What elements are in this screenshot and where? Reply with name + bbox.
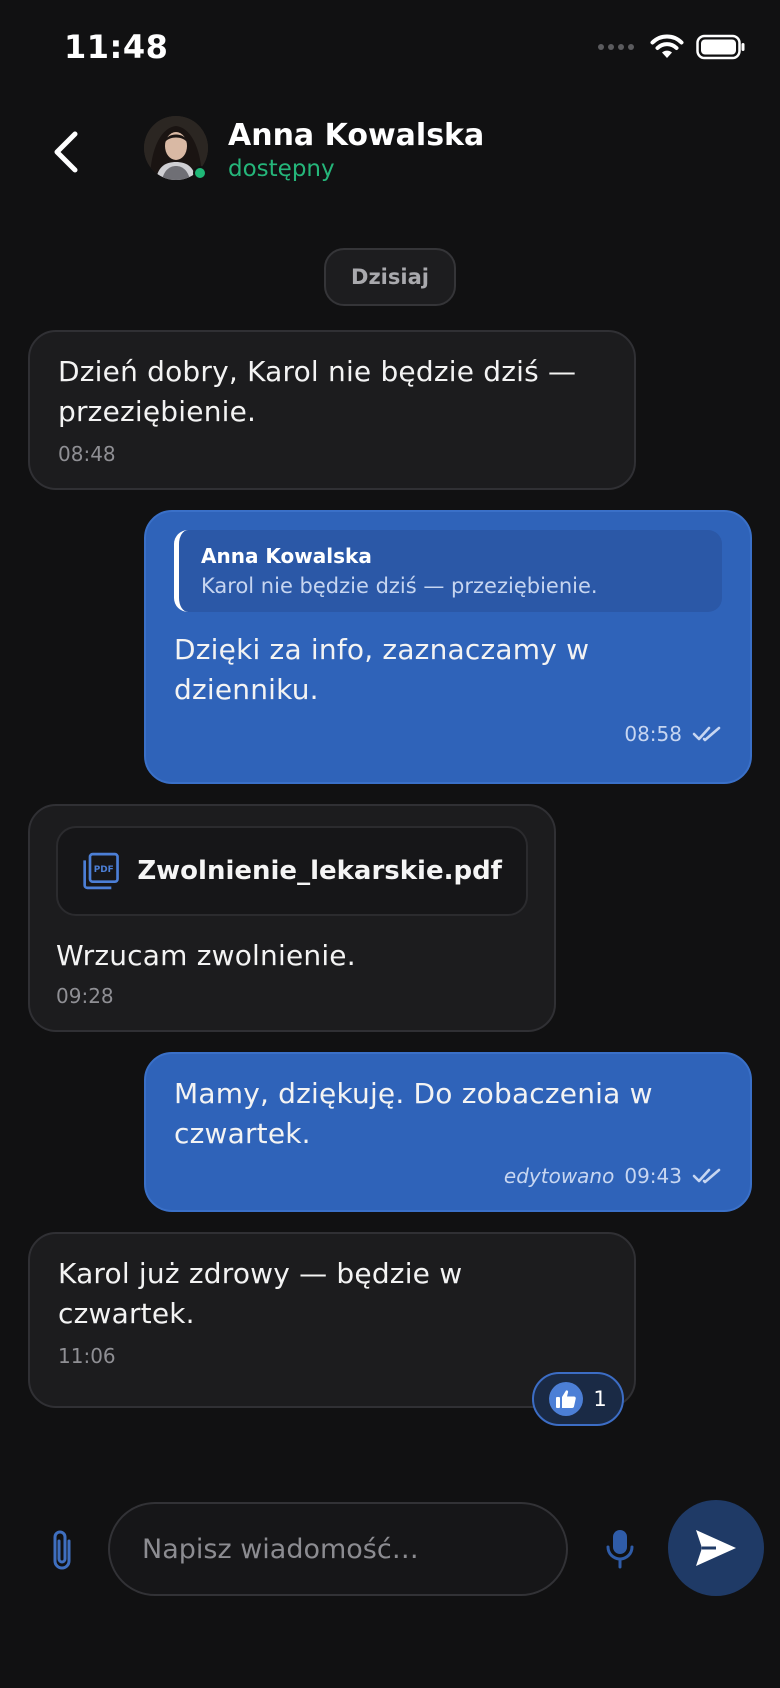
message-time: 08:58	[624, 722, 682, 746]
message-meta: edytowano 09:43	[174, 1164, 722, 1188]
microphone-icon	[606, 1530, 634, 1569]
double-check-icon	[692, 726, 721, 742]
online-indicator	[193, 166, 207, 180]
contact-status: dostępny	[228, 156, 335, 182]
reaction-count: 1	[593, 1387, 607, 1411]
status-bar: 11:48	[0, 0, 780, 100]
message-text: Dzięki za info, zaznaczamy w dzienniku.	[174, 633, 590, 706]
contact-name: Anna Kowalska	[228, 118, 485, 153]
message-text: Karol już zdrowy — będzie w czwartek.	[58, 1257, 463, 1330]
message-input-container[interactable]	[108, 1502, 568, 1596]
thumbs-up-icon	[549, 1382, 584, 1416]
quoted-message[interactable]: Anna Kowalska Karol nie będzie dziś — pr…	[174, 530, 722, 612]
message-text: Wrzucam zwolnienie.	[56, 939, 356, 972]
microphone-button[interactable]	[598, 1522, 642, 1576]
message-bubble-incoming[interactable]: PDF Zwolnienie_lekarskie.pdf Wrzucam zwo…	[28, 804, 556, 1032]
battery-icon	[696, 34, 745, 60]
attach-button[interactable]	[40, 1524, 84, 1576]
message-time: 08:48	[58, 442, 116, 466]
back-button[interactable]	[36, 122, 96, 182]
svg-text:PDF: PDF	[94, 865, 114, 875]
message-bubble-incoming[interactable]: Dzień dobry, Karol nie będzie dziś — prz…	[28, 330, 636, 490]
status-time: 11:48	[64, 28, 169, 66]
pdf-file-icon: PDF	[83, 852, 119, 890]
edited-label: edytowano	[503, 1164, 615, 1188]
message-time: 09:28	[56, 984, 114, 1008]
message-meta: 08:58	[174, 722, 722, 746]
message-input[interactable]	[110, 1504, 566, 1594]
message-bubble-outgoing[interactable]: Mamy, dziękuję. Do zobaczenia w czwartek…	[144, 1052, 752, 1212]
message-time: 11:06	[58, 1344, 116, 1368]
message-bubble-outgoing[interactable]: Anna Kowalska Karol nie będzie dziś — pr…	[144, 510, 752, 784]
send-button[interactable]	[668, 1500, 764, 1596]
file-name: Zwolnienie_lekarskie.pdf	[137, 856, 502, 886]
cellular-signal-icon	[598, 44, 634, 50]
quote-author: Anna Kowalska	[201, 544, 372, 568]
double-check-icon	[692, 1168, 721, 1184]
date-separator: Dzisiaj	[324, 248, 456, 306]
wifi-icon	[650, 34, 684, 58]
file-attachment[interactable]: PDF Zwolnienie_lekarskie.pdf	[56, 826, 528, 916]
quote-text: Karol nie będzie dziś — przeziębienie.	[201, 574, 598, 598]
reaction-badge[interactable]: 1	[532, 1372, 624, 1426]
message-text: Mamy, dziękuję. Do zobaczenia w czwartek…	[174, 1077, 653, 1150]
message-text: Dzień dobry, Karol nie będzie dziś — prz…	[58, 355, 577, 428]
chat-header: Anna Kowalska dostępny	[0, 100, 780, 210]
message-time: 09:43	[624, 1164, 682, 1188]
send-icon	[696, 1530, 736, 1566]
paperclip-icon	[53, 1530, 71, 1570]
status-icons	[598, 34, 746, 60]
chevron-left-icon	[54, 131, 78, 173]
